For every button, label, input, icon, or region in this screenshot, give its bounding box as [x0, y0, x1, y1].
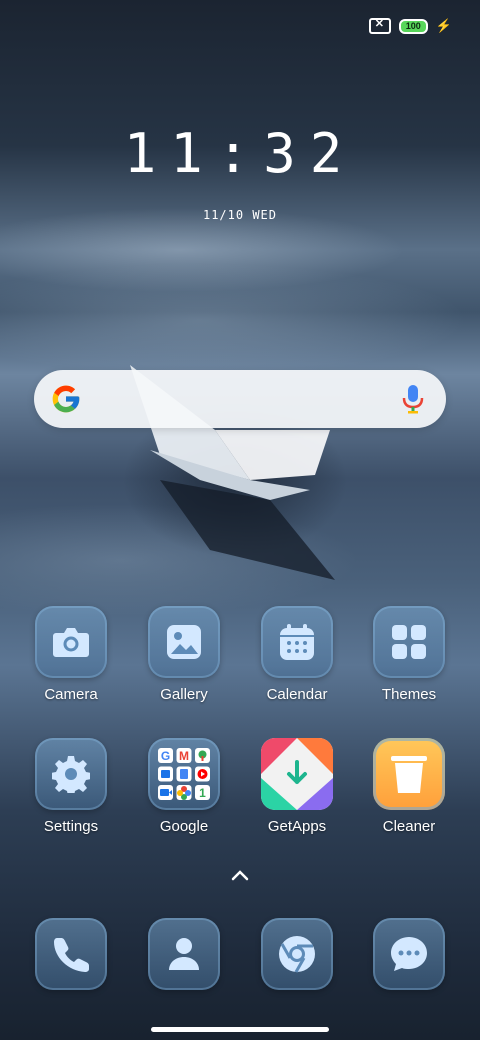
app-label: Settings	[43, 818, 99, 835]
app-camera[interactable]: Camera	[16, 606, 126, 703]
microphone-icon[interactable]	[402, 384, 424, 414]
dock-phone[interactable]	[16, 918, 126, 990]
getapps-icon	[261, 738, 333, 810]
dock-contacts[interactable]	[129, 918, 239, 990]
bolt-icon: ⚡	[435, 18, 452, 33]
app-label: Calendar	[266, 686, 328, 703]
dock-chrome[interactable]	[242, 918, 352, 990]
messages-icon	[373, 918, 445, 990]
google-search-bar[interactable]	[34, 370, 446, 428]
gear-icon	[35, 738, 107, 810]
lock-clock[interactable]: 11:32	[0, 122, 480, 185]
trash-icon	[373, 738, 445, 810]
chevron-up-icon[interactable]	[230, 868, 250, 882]
app-label: GetApps	[267, 818, 327, 835]
lock-date: 11/10 WED	[202, 208, 278, 222]
google-g-icon	[52, 385, 80, 413]
app-label: Camera	[44, 686, 98, 703]
app-calendar[interactable]: Calendar	[242, 606, 352, 703]
svg-text:1: 1	[199, 786, 206, 800]
gallery-icon	[148, 606, 220, 678]
dock-messages[interactable]	[354, 918, 464, 990]
phone-icon	[35, 918, 107, 990]
chrome-icon	[261, 918, 333, 990]
app-getapps[interactable]: GetApps	[242, 738, 352, 835]
home-indicator[interactable]	[151, 1027, 329, 1032]
contacts-icon	[148, 918, 220, 990]
no-sim-icon	[368, 17, 391, 34]
themes-icon	[373, 606, 445, 678]
status-bar: 100 ⚡	[368, 17, 452, 34]
camera-icon	[35, 606, 107, 678]
app-label: Google	[159, 818, 209, 835]
app-gallery[interactable]: Gallery	[129, 606, 239, 703]
app-settings[interactable]: Settings	[16, 738, 126, 835]
app-google-folder[interactable]: G M 1 Google	[129, 738, 239, 835]
app-label: Gallery	[160, 686, 208, 703]
google-folder-icon: G M 1	[148, 738, 220, 810]
app-label: Cleaner	[382, 818, 436, 835]
app-cleaner[interactable]: Cleaner	[354, 738, 464, 835]
app-themes[interactable]: Themes	[354, 606, 464, 703]
calendar-icon	[261, 606, 333, 678]
app-label: Themes	[381, 686, 437, 703]
battery-indicator: 100	[398, 18, 428, 34]
svg-text:M: M	[179, 749, 189, 763]
svg-text:G: G	[161, 749, 170, 763]
